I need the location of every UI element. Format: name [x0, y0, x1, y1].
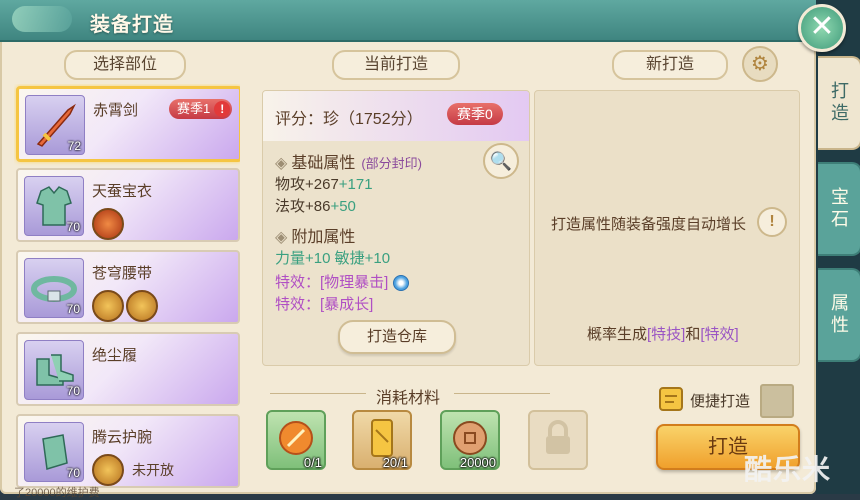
stat-value: 法攻+86 — [275, 198, 331, 215]
stat-bonus: +171 — [338, 176, 373, 193]
new-forge-panel: 打造属性随装备强度自动增长 ! 概率生成[特技]和[特效] — [534, 90, 800, 366]
gem-slot-icon — [126, 290, 158, 322]
item-level: 72 — [67, 139, 81, 153]
diamond-icon: ◈ — [275, 155, 288, 172]
tab-attribute[interactable]: 属性 — [818, 268, 860, 362]
equipment-item-armor[interactable]: 70 天蚕宝衣 — [16, 168, 240, 242]
material-count: 0/1 — [303, 455, 322, 470]
material-slot[interactable]: 20000 — [440, 410, 500, 470]
diamond-icon: ◈ — [275, 229, 288, 246]
base-attr-label: 基础属性 — [291, 155, 356, 172]
item-level: 70 — [66, 220, 80, 234]
base-attr-note: (部分封印) — [361, 156, 422, 171]
page-title: 装备打造 — [90, 14, 174, 36]
quick-forge-label: 便捷打造 — [690, 393, 751, 410]
forge-panel: 装备打造 选择部位 当前打造 新打造 ⚙ 72 赤霄剑 赛季1 ! 70 天蚕宝… — [0, 0, 816, 499]
probability-text: 概率生成[特技]和[特效] — [587, 323, 739, 344]
material-count: 20/1 — [382, 455, 408, 470]
magnifier-icon[interactable]: 🔍 — [483, 143, 519, 179]
extra-attr-label: 附加属性 — [291, 229, 356, 246]
score-text: 评分：珍（1752分） — [275, 111, 423, 128]
material-slot[interactable]: 20/1 — [352, 410, 412, 470]
scroll-badge-icon — [656, 384, 686, 419]
stat-line: 物攻+267+171 — [275, 173, 373, 194]
equipment-item-sword[interactable]: 72 赤霄剑 赛季1 ! — [16, 86, 240, 162]
close-button[interactable]: ✕ — [798, 4, 846, 52]
gem-slot-icon — [92, 454, 124, 486]
item-name: 天蚕宝衣 — [92, 183, 153, 200]
tab-gem[interactable]: 宝石 — [818, 162, 860, 256]
extra-stat-line: 力量+10 敏捷+10 — [275, 250, 391, 267]
bottom-tooltip-text: 了20000的维护费 — [14, 487, 100, 499]
item-name: 绝尘履 — [92, 347, 138, 364]
current-forge-header: 当前打造 — [332, 50, 460, 80]
item-name: 腾云护腕 — [92, 429, 153, 446]
select-part-header: 选择部位 — [64, 50, 186, 80]
gem-slot-note: 未开放 — [132, 462, 174, 478]
equipment-list[interactable]: 72 赤霄剑 赛季1 ! 70 天蚕宝衣 70 苍穹腰带 70 绝尘履 70 腾… — [14, 84, 240, 494]
auto-grow-text: 打造属性随装备强度自动增长 — [551, 216, 747, 233]
equipment-item-boots[interactable]: 70 绝尘履 — [16, 332, 240, 406]
base-attr-title: ◈ 基础属性 (部分封印) — [275, 149, 422, 173]
item-level: 70 — [66, 384, 80, 398]
title-bar: 装备打造 — [0, 0, 816, 42]
equipment-item-belt[interactable]: 70 苍穹腰带 — [16, 250, 240, 324]
new-forge-header: 新打造 — [612, 50, 728, 80]
item-level: 70 — [66, 466, 80, 480]
season-label: 赛季1 — [177, 101, 211, 116]
swirl-icon — [392, 275, 409, 292]
prob-and: 和 — [685, 326, 701, 343]
material-count: 20000 — [459, 455, 496, 470]
equipment-item-bracer[interactable]: 70 腾云护腕 未开放 — [16, 414, 240, 488]
sword-icon: 72 — [25, 95, 85, 155]
stat-bonus: +50 — [330, 198, 356, 215]
season-badge: 赛季0 — [447, 103, 503, 125]
materials-title: 消耗材料 — [376, 390, 441, 407]
forge-warehouse-button[interactable]: 打造仓库 — [338, 320, 456, 354]
quick-forge-checkbox[interactable] — [760, 384, 794, 418]
divider — [270, 393, 366, 394]
armor-icon: 70 — [24, 176, 84, 236]
gem-slot-icon — [92, 290, 124, 322]
watermark-logo: 酷乐米 — [744, 454, 832, 485]
special-effect-line: 特效：[物理暴击] — [275, 271, 409, 292]
extra-attr-title: ◈ 附加属性 — [275, 223, 355, 247]
belt-icon: 70 — [24, 258, 84, 318]
tab-forge[interactable]: 打造 — [818, 56, 860, 150]
boots-icon: 70 — [24, 340, 84, 400]
title-decoration — [12, 6, 72, 32]
item-level: 70 — [66, 302, 80, 316]
item-name: 赤霄剑 — [93, 102, 139, 119]
special-effect-line: 特效：[暴成长] — [275, 296, 374, 313]
prob-prefix: 概率生成 — [587, 326, 648, 343]
stat-value: 物攻+267 — [275, 176, 339, 193]
prob-skill-link[interactable]: [特技] — [647, 326, 685, 343]
gem-slot-icon — [92, 208, 124, 240]
season-badge: 赛季1 ! — [169, 99, 233, 119]
material-slot-locked[interactable] — [528, 410, 588, 470]
special-effect-text: 特效：[物理暴击] — [275, 274, 389, 291]
bracer-icon: 70 — [24, 422, 84, 482]
info-icon[interactable]: ! — [757, 207, 787, 237]
item-name: 苍穹腰带 — [92, 265, 153, 282]
stat-line: 法攻+86+50 — [275, 195, 356, 216]
settings-gear-icon[interactable]: ⚙ — [742, 46, 778, 82]
alert-icon: ! — [214, 101, 231, 117]
divider — [454, 393, 550, 394]
prob-effect-link[interactable]: [特效] — [700, 326, 738, 343]
material-slot[interactable]: 0/1 — [266, 410, 326, 470]
lock-icon — [546, 420, 570, 454]
